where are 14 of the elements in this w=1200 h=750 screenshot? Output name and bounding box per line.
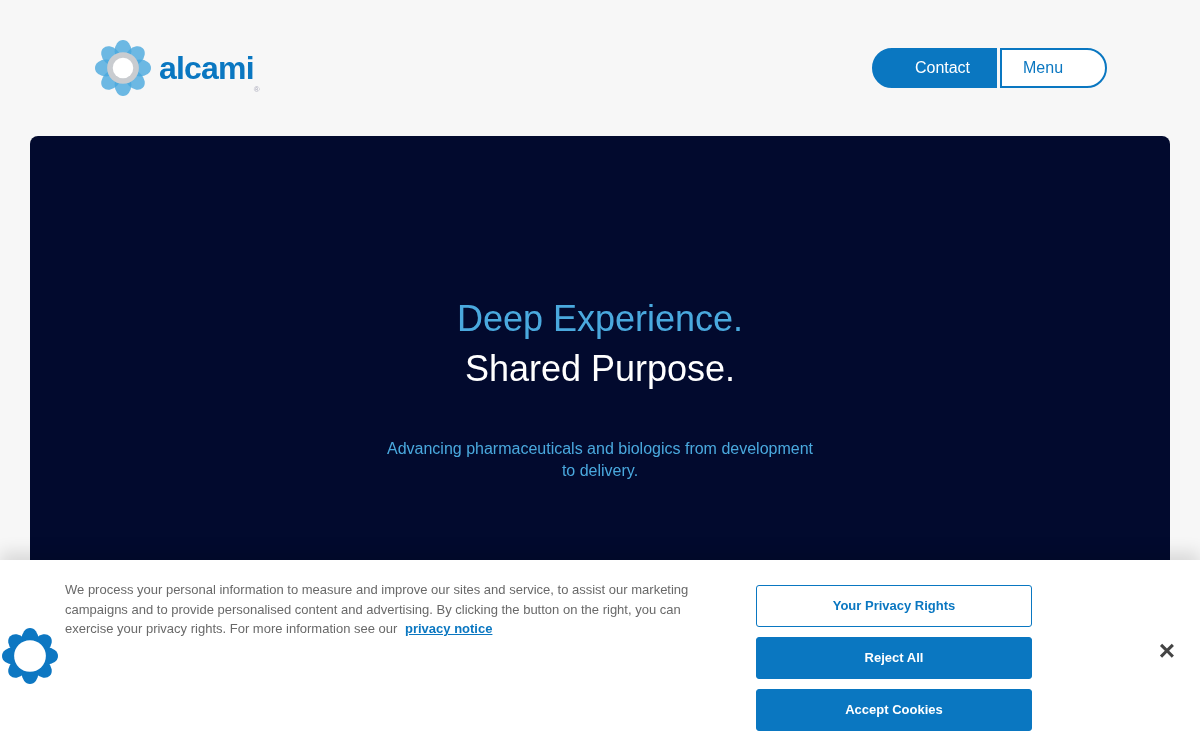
registered-mark: ® (253, 84, 260, 96)
reject-all-button[interactable]: Reject All (756, 637, 1032, 679)
contact-button[interactable]: Contact (872, 48, 997, 88)
cookie-notice-text: We process your personal information to measure and improve our sites and service, to assist our marketing campaigns and to provide personalised content and advertising. By clicking the button on the right, you can exercise your privacy rights. For more information see our privacy notice (65, 581, 690, 638)
hero-description: Advancing pharmaceuticals and biologics from development to delivery. (386, 439, 814, 481)
close-button[interactable]: × (1152, 636, 1182, 666)
menu-button[interactable]: Menu (1000, 48, 1107, 88)
hero-subheading: Shared Purpose. (464, 347, 736, 391)
privacy-notice-link[interactable]: privacy notice (405, 621, 493, 636)
logo-icon (95, 40, 151, 96)
privacy-rights-button[interactable]: Your Privacy Rights (756, 585, 1032, 627)
logo-wordmark: alcami (159, 52, 254, 84)
hero-heading: Deep Experience. (456, 297, 744, 341)
accept-cookies-button[interactable]: Accept Cookies (756, 689, 1032, 731)
